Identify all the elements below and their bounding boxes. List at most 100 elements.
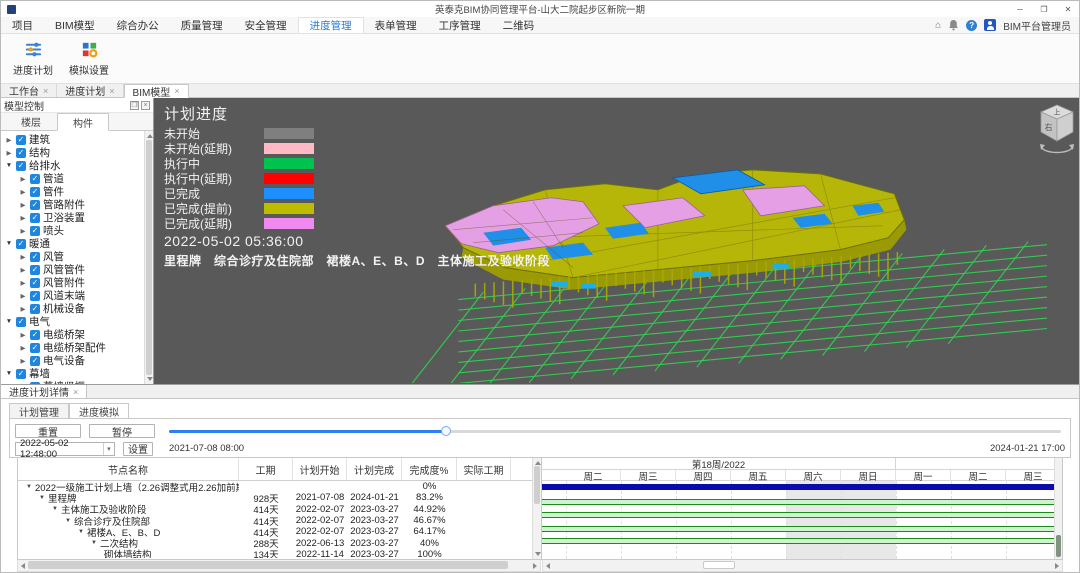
tree-expanded-icon[interactable]: ▼ — [5, 240, 13, 247]
gantt-hscroll-thumb[interactable] — [703, 561, 735, 569]
tab-close-icon[interactable]: × — [109, 86, 114, 96]
tree-collapsed-icon[interactable]: ▶ — [19, 331, 27, 339]
close-panel-icon[interactable]: × — [141, 101, 150, 110]
tree-collapsed-icon[interactable]: ▶ — [19, 383, 27, 385]
panel-tab-2[interactable]: 构件 — [57, 113, 109, 131]
menu-item-8[interactable]: 工序管理 — [428, 17, 492, 33]
sub-tab-2[interactable]: 进度模拟 — [69, 403, 129, 418]
scroll-right-icon[interactable] — [533, 563, 537, 569]
gantt-scroll-thumb[interactable] — [1056, 535, 1061, 557]
row-expand-icon[interactable]: ▼ — [26, 484, 32, 490]
tree-collapsed-icon[interactable]: ▶ — [19, 292, 27, 300]
scroll-down-icon[interactable] — [147, 377, 153, 381]
menu-item-4[interactable]: 质量管理 — [170, 17, 234, 33]
tree-collapsed-icon[interactable]: ▶ — [19, 175, 27, 183]
checkbox-checked-icon[interactable]: ✓ — [30, 304, 40, 314]
sub-tab-1[interactable]: 计划管理 — [9, 403, 69, 418]
tree-collapsed-icon[interactable]: ▶ — [19, 253, 27, 261]
tree-collapsed-icon[interactable]: ▶ — [19, 357, 27, 365]
checkbox-checked-icon[interactable]: ✓ — [30, 343, 40, 353]
tree-collapsed-icon[interactable]: ▶ — [19, 188, 27, 196]
datetime-combobox[interactable]: 2022-05-02 12:48:00 ▾ — [15, 442, 115, 456]
slider-thumb[interactable] — [441, 426, 451, 436]
timeline-slider[interactable] — [169, 424, 1061, 438]
tree-scroll-thumb[interactable] — [146, 140, 152, 375]
tree-item-7[interactable]: ▶✓卫浴装置 — [1, 211, 153, 224]
checkbox-checked-icon[interactable]: ✓ — [30, 278, 40, 288]
table-hscroll-thumb[interactable] — [28, 561, 508, 569]
table-row[interactable]: 砌体墙结构134天2022-11-142023-03-27100% — [18, 549, 541, 558]
table-scroll-thumb[interactable] — [534, 466, 540, 504]
row-expand-icon[interactable]: ▼ — [91, 540, 97, 546]
menu-item-5[interactable]: 安全管理 — [234, 17, 298, 33]
column-header-5[interactable]: 完成度% — [402, 458, 457, 480]
tree-item-3[interactable]: ▼✓给排水 — [1, 159, 153, 172]
menu-item-7[interactable]: 表单管理 — [364, 17, 428, 33]
tree-item-4[interactable]: ▶✓管道 — [1, 172, 153, 185]
detail-tab-close-icon[interactable]: × — [73, 387, 78, 397]
tree-collapsed-icon[interactable]: ▶ — [19, 344, 27, 352]
checkbox-checked-icon[interactable]: ✓ — [30, 291, 40, 301]
column-header-6[interactable]: 实际工期 — [457, 458, 511, 480]
tree-scrollbar[interactable] — [144, 131, 153, 384]
tree-expanded-icon[interactable]: ▼ — [5, 318, 13, 325]
tree-collapsed-icon[interactable]: ▶ — [19, 305, 27, 313]
schedule-plan-button[interactable]: 进度计划 — [7, 38, 59, 79]
doc-tab-3[interactable]: BIM模型× — [124, 84, 189, 98]
tree-expanded-icon[interactable]: ▼ — [5, 370, 13, 377]
checkbox-checked-icon[interactable]: ✓ — [30, 187, 40, 197]
row-expand-icon[interactable]: ▼ — [78, 529, 84, 535]
scroll-down-icon[interactable] — [535, 552, 541, 556]
table-hscrollbar[interactable] — [17, 560, 541, 572]
row-expand-icon[interactable]: ▼ — [65, 518, 71, 524]
column-header-2[interactable]: 工期 — [239, 458, 293, 480]
tab-close-icon[interactable]: × — [174, 86, 179, 96]
checkbox-checked-icon[interactable]: ✓ — [30, 174, 40, 184]
close-button[interactable]: ✕ — [1057, 2, 1079, 16]
checkbox-checked-icon[interactable]: ✓ — [16, 239, 26, 249]
row-expand-icon[interactable]: ▼ — [52, 506, 58, 512]
detail-tab[interactable]: 进度计划详情 × — [1, 385, 87, 398]
checkbox-checked-icon[interactable]: ✓ — [16, 135, 26, 145]
scroll-left-icon[interactable] — [21, 563, 25, 569]
doc-tab-2[interactable]: 进度计划× — [57, 84, 123, 97]
bell-icon[interactable] — [948, 19, 959, 31]
pause-button[interactable]: 暂停 — [89, 424, 155, 438]
menu-item-2[interactable]: BIM模型 — [44, 17, 106, 33]
menu-item-1[interactable]: 项目 — [1, 17, 44, 33]
minimize-button[interactable]: ─ — [1009, 2, 1031, 16]
tree-collapsed-icon[interactable]: ▶ — [5, 136, 13, 144]
tree-item-1[interactable]: ▶✓建筑 — [1, 133, 153, 146]
tree-collapsed-icon[interactable]: ▶ — [19, 227, 27, 235]
checkbox-checked-icon[interactable]: ✓ — [30, 200, 40, 210]
column-header-3[interactable]: 计划开始 — [293, 458, 347, 480]
checkbox-checked-icon[interactable]: ✓ — [16, 369, 26, 379]
tree-collapsed-icon[interactable]: ▶ — [19, 201, 27, 209]
column-header-4[interactable]: 计划完成 — [347, 458, 402, 480]
tree-item-20[interactable]: ▶✓幕墙竖框 — [1, 380, 153, 384]
checkbox-checked-icon[interactable]: ✓ — [16, 161, 26, 171]
chevron-down-icon[interactable]: ▾ — [103, 443, 114, 455]
panel-tab-1[interactable]: 楼层 — [5, 113, 57, 130]
tree-collapsed-icon[interactable]: ▶ — [5, 149, 13, 157]
tree-item-9[interactable]: ▼✓暖通 — [1, 237, 153, 250]
settings-button[interactable]: 设置 — [123, 442, 153, 456]
checkbox-checked-icon[interactable]: ✓ — [30, 356, 40, 366]
tree-collapsed-icon[interactable]: ▶ — [19, 266, 27, 274]
scroll-up-icon[interactable] — [535, 461, 541, 465]
table-scrollbar[interactable] — [532, 458, 541, 559]
row-expand-icon[interactable]: ▼ — [39, 495, 45, 501]
tree-item-18[interactable]: ▶✓电气设备 — [1, 354, 153, 367]
tree-expanded-icon[interactable]: ▼ — [5, 162, 13, 169]
tree-collapsed-icon[interactable]: ▶ — [19, 214, 27, 222]
checkbox-checked-icon[interactable]: ✓ — [30, 252, 40, 262]
tree-item-2[interactable]: ▶✓结构 — [1, 146, 153, 159]
menu-item-9[interactable]: 二维码 — [492, 17, 546, 33]
tree-item-8[interactable]: ▶✓喷头 — [1, 224, 153, 237]
float-panel-icon[interactable]: ❐ — [130, 101, 139, 110]
menu-item-3[interactable]: 综合办公 — [106, 17, 170, 33]
gantt-scrollbar[interactable] — [1054, 458, 1062, 559]
checkbox-checked-icon[interactable]: ✓ — [30, 213, 40, 223]
checkbox-checked-icon[interactable]: ✓ — [30, 382, 40, 385]
menu-item-6[interactable]: 进度管理 — [298, 17, 364, 33]
